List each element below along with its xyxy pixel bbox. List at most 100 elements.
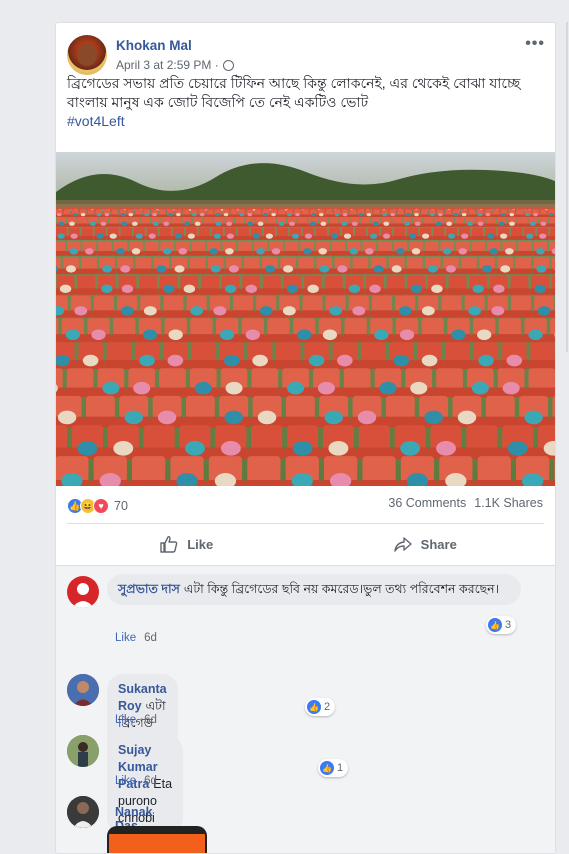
chair-shape xyxy=(158,227,172,240)
chair-shape xyxy=(210,227,224,240)
chair-shape xyxy=(396,209,405,217)
chair-shape xyxy=(412,216,423,227)
comment-reactions[interactable]: 👍 3 xyxy=(486,616,517,634)
chair-shape xyxy=(509,295,533,318)
comment-like-link[interactable]: Like xyxy=(115,775,136,787)
chair-shape xyxy=(483,209,492,217)
post-timestamp[interactable]: April 3 at 2:59 PM · xyxy=(116,58,219,72)
chair-shape xyxy=(237,209,246,217)
author-name[interactable]: Khokan Mal xyxy=(116,38,192,53)
chair-shape xyxy=(197,227,211,240)
chair-shape xyxy=(314,241,331,256)
reactions-summary[interactable]: 👍 😆 ♥ 70 xyxy=(67,495,128,517)
post-photo[interactable] xyxy=(56,152,555,486)
chair-shape xyxy=(106,227,120,240)
chair-shape xyxy=(428,425,464,459)
chair-shape xyxy=(328,216,340,227)
commenter-avatar[interactable] xyxy=(67,674,99,706)
chair-shape xyxy=(381,216,392,227)
comment-like-link[interactable]: Like xyxy=(115,632,136,644)
chair-shape xyxy=(500,342,529,369)
love-reaction-icon: ♥ xyxy=(93,498,109,514)
chair-shape xyxy=(454,241,471,256)
comment-time[interactable]: 6d xyxy=(144,714,157,726)
chair-shape xyxy=(59,318,86,343)
chair-shape xyxy=(66,216,78,227)
comment-reaction-count: 3 xyxy=(505,619,512,631)
chair-shape xyxy=(450,395,484,428)
chair-shape xyxy=(276,216,287,227)
chair-shape xyxy=(158,275,180,295)
chair-shape xyxy=(76,342,105,369)
comment-time[interactable]: 6d xyxy=(144,775,157,787)
share-button[interactable]: Share xyxy=(306,527,545,561)
chair-shape xyxy=(234,216,245,227)
chair-shape xyxy=(346,241,362,256)
more-options-icon[interactable]: ••• xyxy=(525,35,545,53)
reactions-count[interactable]: 70 xyxy=(114,499,128,513)
chair-shape xyxy=(269,209,278,217)
chair-shape xyxy=(528,342,555,369)
chair-shape xyxy=(393,227,407,240)
commenter-avatar[interactable] xyxy=(67,576,99,608)
comment-bubble: সুপ্রভাত দাস এটা কিন্তু ব্রিগেডের ছবি নয়… xyxy=(107,574,521,605)
chair-shape xyxy=(116,257,135,275)
commenter-name[interactable]: সুপ্রভাত দাস xyxy=(118,582,180,596)
chair-shape xyxy=(405,257,424,275)
chair-shape xyxy=(63,209,72,217)
chair-shape xyxy=(368,318,395,343)
chair-shape xyxy=(87,209,96,217)
chair-shape xyxy=(161,295,186,318)
chair-shape xyxy=(496,257,515,275)
chair-shape xyxy=(367,227,381,240)
chair-shape xyxy=(162,318,189,343)
chair-shape xyxy=(309,209,318,217)
chair-shape xyxy=(265,318,292,343)
chair-shape xyxy=(129,216,141,227)
comment-reactions[interactable]: 👍 1 xyxy=(318,759,349,777)
comment-text: এটা কিন্তু ব্রিগেডের ছবি নয় কমরেড।ভুল ত… xyxy=(183,582,500,596)
chair-shape xyxy=(517,216,528,227)
commenter-avatar[interactable] xyxy=(67,796,99,828)
chair-shape xyxy=(523,227,537,240)
comment-like-link[interactable]: Like xyxy=(115,714,136,726)
chair-shape xyxy=(93,227,107,240)
chair-shape xyxy=(80,257,99,275)
chair-shape xyxy=(221,241,238,256)
chair-shape xyxy=(501,241,518,256)
chair-shape xyxy=(383,395,417,428)
comment-reactions[interactable]: 👍 2 xyxy=(305,698,336,716)
comment-image[interactable] xyxy=(107,826,207,853)
comments-count[interactable]: 36 Comments xyxy=(388,496,466,510)
chair-shape xyxy=(115,295,139,318)
chair-shape xyxy=(206,241,222,256)
chair-shape xyxy=(398,456,437,486)
scrollbar-track[interactable] xyxy=(566,22,568,352)
chair-shape xyxy=(190,209,199,217)
chair-shape xyxy=(202,216,214,227)
chair-shape xyxy=(486,295,510,318)
chair-shape xyxy=(354,227,368,240)
chair-shape xyxy=(97,241,113,256)
shares-count[interactable]: 1.1K Shares xyxy=(474,496,543,510)
comment-time[interactable]: 6d xyxy=(144,632,157,644)
chair-shape xyxy=(475,216,486,227)
chair-shape xyxy=(380,209,389,217)
author-avatar[interactable] xyxy=(67,35,107,75)
chair-shape xyxy=(275,227,289,240)
commenter-avatar[interactable] xyxy=(67,735,99,767)
chair-shape xyxy=(369,257,388,275)
chair-shape xyxy=(506,216,518,227)
chair-shape xyxy=(249,368,281,398)
hashtag-link[interactable]: #vot4Left xyxy=(67,112,547,131)
chair-shape xyxy=(301,209,310,217)
chair-shape xyxy=(423,241,440,256)
chair-shape xyxy=(318,216,329,227)
chair-shape xyxy=(119,227,133,240)
chair-shape xyxy=(56,275,76,295)
comment-meta: Like 6d xyxy=(115,714,157,726)
like-button[interactable]: Like xyxy=(67,527,306,561)
chair-shape xyxy=(118,209,127,217)
chair-shape xyxy=(161,216,172,227)
chair-shape xyxy=(380,227,394,240)
